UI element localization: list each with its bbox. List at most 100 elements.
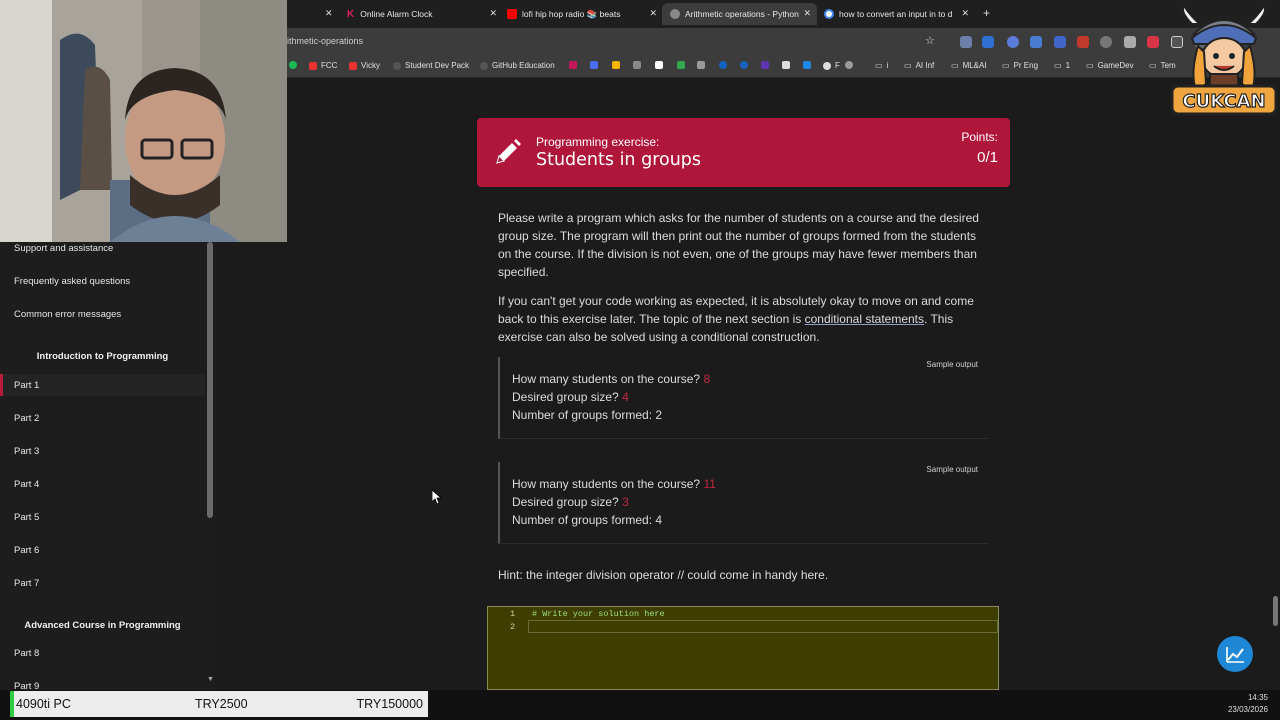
tab-title: Arithmetic operations - Python xyxy=(685,9,799,19)
prompt-text: How many students on the course? xyxy=(512,372,704,386)
bookmark-icon-only[interactable] xyxy=(740,61,752,69)
bookmark-vicky[interactable]: Vicky xyxy=(349,61,380,70)
tab-title: lofi hip hop radio 📚 beats xyxy=(522,8,621,19)
bookmark-spotify[interactable] xyxy=(289,61,301,69)
translate-icon[interactable] xyxy=(1030,36,1042,48)
extension-icon[interactable] xyxy=(1054,36,1066,48)
bookmark-label: GameDev xyxy=(1097,61,1134,70)
bookmark-icon-only[interactable] xyxy=(697,61,709,69)
prompt-text: Desired group size? xyxy=(512,390,623,404)
google-icon xyxy=(824,9,834,19)
bookmark-f[interactable]: F xyxy=(823,61,840,70)
prompt-text: How many students on the course? xyxy=(512,477,704,491)
mouse-cursor-icon xyxy=(432,490,442,505)
bookmark-icon-only[interactable] xyxy=(655,61,667,69)
tab-title: how to convert an input in to d xyxy=(839,9,953,19)
line-number: 1 xyxy=(510,609,516,619)
sidebar-item-part-9[interactable]: Part 9 xyxy=(14,681,39,690)
bookmark-icon-only[interactable] xyxy=(612,61,624,69)
bookmark-icon xyxy=(590,61,598,69)
bookmark-github-education[interactable]: GitHub Education xyxy=(480,61,555,70)
sidebar-item-part-8[interactable]: Part 8 xyxy=(14,648,39,659)
bookmark-label: AI Inf xyxy=(915,61,935,70)
star-icon[interactable]: ☆ xyxy=(925,34,935,47)
sidebar-item-part-7[interactable]: Part 7 xyxy=(14,578,39,589)
pencil-icon xyxy=(496,139,521,164)
folder-ml-ai[interactable]: ▭ ML&AI xyxy=(951,61,987,70)
page-scrollbar[interactable] xyxy=(1273,596,1278,626)
bookmark-fcc[interactable]: FCC xyxy=(309,61,337,70)
folder-i[interactable]: ▭ i xyxy=(875,61,888,70)
bookmark-label: Pr Eng xyxy=(1013,61,1039,70)
folder-1[interactable]: ▭ 1 xyxy=(1054,61,1070,70)
bookmark-icon xyxy=(740,61,748,69)
shield-icon[interactable] xyxy=(1124,36,1136,48)
prompt-text: Desired group size? xyxy=(512,495,623,509)
line-number: 2 xyxy=(510,622,516,632)
close-icon[interactable]: ✕ xyxy=(489,8,497,19)
sample-line: Desired group size? 4 xyxy=(512,390,629,404)
bookmark-icon-only[interactable] xyxy=(677,61,689,69)
bookmark-icon-only[interactable] xyxy=(719,61,731,69)
code-line[interactable]: # Write your solution here xyxy=(532,609,665,619)
tab-google[interactable]: how to convert an input in to d ✕ xyxy=(824,3,969,25)
hint-text: Hint: the integer division operator // c… xyxy=(498,568,829,582)
clock-date[interactable]: 23/03/2026 xyxy=(1228,705,1268,714)
close-icon[interactable]: ✕ xyxy=(961,8,969,19)
widget-item-name: 4090ti PC xyxy=(16,697,71,711)
extension-icon[interactable] xyxy=(982,36,994,48)
exercise-kicker: Programming exercise: xyxy=(536,135,660,149)
sidebar-item-part-5[interactable]: Part 5 xyxy=(14,512,39,523)
sidebar-item-common-errors[interactable]: Common error messages xyxy=(14,309,121,320)
extension-icon[interactable] xyxy=(960,36,972,48)
tab-arithmetic[interactable]: Arithmetic operations - Python ✕ xyxy=(662,3,817,25)
conditional-statements-link[interactable]: conditional statements xyxy=(805,312,924,326)
bookmark-icon-only[interactable] xyxy=(803,61,815,69)
sidebar-item-support[interactable]: Support and assistance xyxy=(14,243,113,254)
bookmark-student-dev-pack[interactable]: Student Dev Pack xyxy=(393,61,469,70)
tab-lofi[interactable]: lofi hip hop radio 📚 beats ✕ xyxy=(507,3,657,25)
sidebar-item-part-6[interactable]: Part 6 xyxy=(14,545,39,556)
sidebar-item-part-3[interactable]: Part 3 xyxy=(14,446,39,457)
code-editor[interactable]: 1 2 # Write your solution here xyxy=(487,606,999,690)
bookmark-icon xyxy=(803,61,811,69)
bookmark-label: F xyxy=(835,61,840,70)
stats-button[interactable] xyxy=(1217,636,1253,672)
bookmarks-bar: FCC Vicky Student Dev Pack GitHub Educat… xyxy=(287,56,1280,78)
bookmark-icon-only[interactable] xyxy=(782,61,794,69)
webcam-person-image xyxy=(0,0,287,242)
sidebar-item-faq[interactable]: Frequently asked questions xyxy=(14,276,130,287)
folder-pr-eng[interactable]: ▭ Pr Eng xyxy=(1002,61,1038,70)
folder-icon: ▭ xyxy=(904,61,912,70)
bookmark-icon-only[interactable] xyxy=(590,61,602,69)
sidebar-item-part-1[interactable]: Part 1 xyxy=(14,380,39,391)
bookmark-icon-only[interactable] xyxy=(633,61,645,69)
tab-close-icon[interactable]: ✕ xyxy=(325,8,333,19)
sidebar-scrollbar[interactable] xyxy=(207,242,213,518)
cukcan-logo: CUKCAN xyxy=(1170,4,1278,116)
clock-time[interactable]: 14:35 xyxy=(1248,693,1268,702)
extension-icon[interactable] xyxy=(1147,36,1159,48)
url-field[interactable]: ithmetic-operations xyxy=(287,36,363,46)
tab-alarm-clock[interactable]: K Online Alarm Clock ✕ xyxy=(347,3,497,25)
scroll-down-icon[interactable]: ▼ xyxy=(207,676,214,683)
close-icon[interactable]: ✕ xyxy=(649,8,657,19)
bookmark-icon-only[interactable] xyxy=(845,61,857,69)
extension-icon[interactable] xyxy=(1100,36,1112,48)
bookmark-label: 1 xyxy=(1065,61,1071,70)
current-line-highlight xyxy=(528,620,998,633)
sidebar-item-part-4[interactable]: Part 4 xyxy=(14,479,39,490)
adblock-icon[interactable] xyxy=(1077,36,1089,48)
bookmark-icon xyxy=(612,61,620,69)
input-value: 8 xyxy=(703,372,711,386)
close-icon[interactable]: ✕ xyxy=(803,8,811,19)
new-tab-icon[interactable]: + xyxy=(983,6,990,20)
extension-icon[interactable] xyxy=(1007,36,1019,48)
folder-ai-inf[interactable]: ▭ AI Inf xyxy=(904,61,934,70)
folder-gamedev[interactable]: ▭ GameDev xyxy=(1086,61,1134,70)
status-bar-indicator xyxy=(10,691,14,717)
bookmark-icon-only[interactable] xyxy=(761,61,773,69)
bookmark-label: Student Dev Pack xyxy=(405,61,470,70)
bookmark-icon-only[interactable] xyxy=(569,61,581,69)
sidebar-item-part-2[interactable]: Part 2 xyxy=(14,413,39,424)
